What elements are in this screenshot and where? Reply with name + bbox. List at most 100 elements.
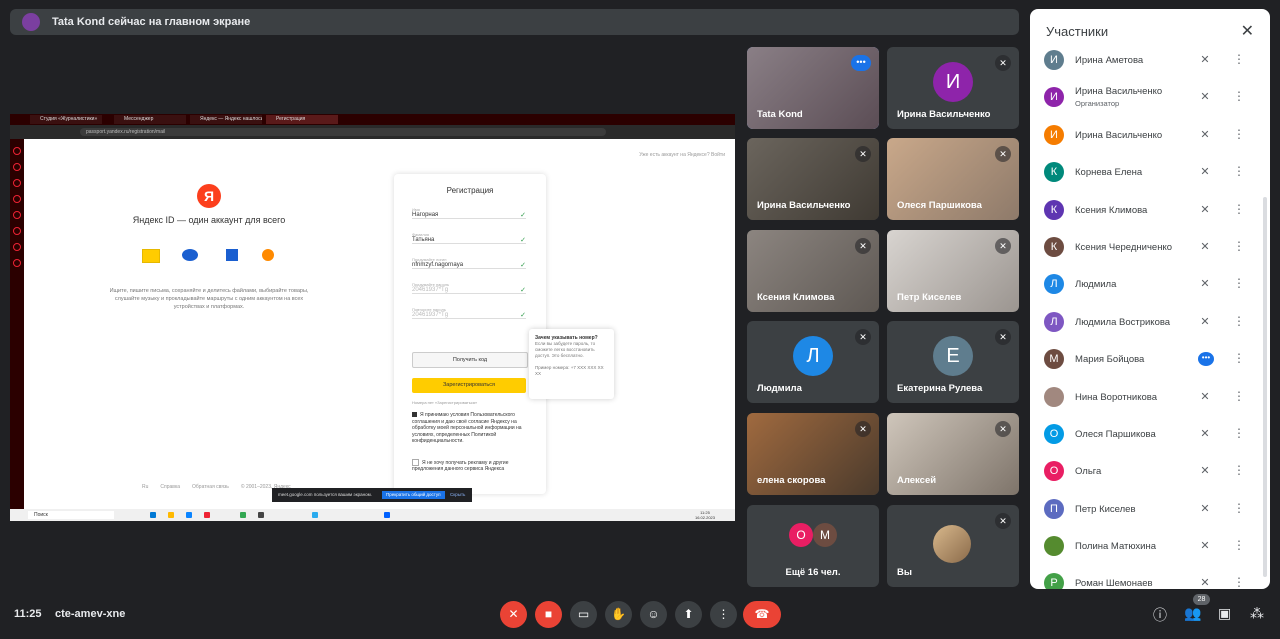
more-options-icon[interactable]: ⋮ xyxy=(1233,314,1245,328)
more-options-icon[interactable]: ⋮ xyxy=(1233,89,1245,103)
list-item[interactable]: И Ирина Васильченко ✕ ⋮ xyxy=(1030,117,1270,154)
mic-off-icon: ✕ xyxy=(1200,54,1210,66)
list-item[interactable]: К Корнева Елена ✕ ⋮ xyxy=(1030,154,1270,191)
participant-name: Олеся Паршикова xyxy=(897,200,982,211)
participant-name: Людмила xyxy=(757,383,802,394)
participant-tile[interactable]: Л ✕ Людмила xyxy=(747,321,879,403)
camera-toggle-button[interactable]: ■ xyxy=(535,601,562,628)
list-item[interactable]: О Олеся Паршикова ✕ ⋮ xyxy=(1030,416,1270,453)
activities-button[interactable]: ⁂ xyxy=(1250,605,1264,622)
hand-icon: ✋ xyxy=(611,607,626,621)
present-button[interactable]: ⬆ xyxy=(675,601,702,628)
info-button[interactable]: ⓘ xyxy=(1153,605,1167,625)
password-field: Придумайте пароль 20461937*Tg ✓ xyxy=(412,282,526,294)
participant-tile[interactable]: ✕ Алексей xyxy=(887,413,1019,495)
list-item[interactable]: Нина Воротникова ✕ ⋮ xyxy=(1030,379,1270,416)
list-item[interactable]: Л Людмила Вострикова ✕ ⋮ xyxy=(1030,304,1270,341)
raise-hand-button[interactable]: ✋ xyxy=(605,601,632,628)
list-item[interactable]: И Ирина Васильченко Организатор ✕ ⋮ xyxy=(1030,79,1270,116)
participant-avatar: Е xyxy=(933,336,973,376)
list-item[interactable]: Полина Матюхина ✕ ⋮ xyxy=(1030,528,1270,565)
speaking-indicator-icon: ••• xyxy=(1198,352,1214,367)
list-item[interactable]: И Ирина Аметова ✕ ⋮ xyxy=(1030,42,1270,79)
list-item[interactable]: О Ольга ✕ ⋮ xyxy=(1030,453,1270,490)
list-item[interactable]: П Петр Киселев ✕ ⋮ xyxy=(1030,491,1270,528)
more-options-icon[interactable]: ⋮ xyxy=(1233,351,1245,365)
list-item[interactable]: Л Людмила ✕ ⋮ xyxy=(1030,266,1270,303)
participant-avatar: О xyxy=(789,523,813,547)
mic-off-icon: ✕ xyxy=(855,421,871,437)
more-options-icon[interactable]: ⋮ xyxy=(1233,538,1245,552)
participant-tile[interactable]: Е ✕ Екатерина Рулева xyxy=(887,321,1019,403)
emoji-icon: ☺ xyxy=(647,607,660,621)
mic-off-icon: ✕ xyxy=(508,607,519,621)
more-options-icon[interactable]: ⋮ xyxy=(1233,127,1245,141)
participants-panel: Участники ✕ И Ирина Аметова ✕ ⋮ И Ирина Васи… xyxy=(1030,9,1270,589)
mic-toggle-button[interactable]: ✕ xyxy=(500,601,527,628)
list-item[interactable]: Р Роман Шемонаев ✕ ⋮ xyxy=(1030,565,1270,589)
participant-tile[interactable]: ✕ Ксения Климова xyxy=(747,230,879,312)
more-options-icon[interactable]: ⋮ xyxy=(1233,426,1245,440)
disk-icon xyxy=(182,249,198,261)
mic-off-icon: ✕ xyxy=(995,329,1011,345)
leave-call-button[interactable]: ☎ xyxy=(743,601,781,628)
more-options-icon[interactable]: ⋮ xyxy=(1233,52,1245,66)
mic-off-icon: ✕ xyxy=(995,146,1011,162)
browser-tab-strip: Студия «Журналистики» Мессенджер Яндекс … xyxy=(10,114,735,125)
participant-tile[interactable]: ✕ Петр Киселев xyxy=(887,230,1019,312)
mic-off-icon: ✕ xyxy=(1200,166,1210,179)
reactions-button[interactable]: ☺ xyxy=(640,601,667,628)
participant-name: елена скорова xyxy=(757,475,826,486)
participant-tile[interactable]: ••• Tata Kond xyxy=(747,47,879,129)
close-icon[interactable]: ✕ xyxy=(1241,21,1254,41)
yandex-page: Уже есть аккаунт на Яндексе? Войти Я Янд… xyxy=(24,139,735,509)
hide-bar-link: Скрыть xyxy=(450,492,466,497)
participant-list: И Ирина Аметова ✕ ⋮ И Ирина Васильченко Орган… xyxy=(1030,42,1270,589)
mic-off-icon: ✕ xyxy=(1200,390,1210,403)
taskbar-app-icon xyxy=(312,512,318,518)
participant-tile[interactable]: И ✕ Ирина Васильченко xyxy=(887,47,1019,129)
participant-tile[interactable]: ✕ Ирина Васильченко xyxy=(747,138,879,220)
more-options-icon[interactable]: ⋮ xyxy=(1233,501,1245,515)
participant-avatar: Л xyxy=(793,336,833,376)
mic-off-icon: ✕ xyxy=(1200,240,1210,253)
more-options-icon[interactable]: ⋮ xyxy=(1233,276,1245,290)
list-item[interactable]: К Ксения Климова ✕ ⋮ xyxy=(1030,192,1270,229)
mic-off-icon: ✕ xyxy=(855,329,871,345)
more-participants-tile[interactable]: О М Ещё 16 чел. xyxy=(747,505,879,587)
self-tile[interactable]: ✕ Вы xyxy=(887,505,1019,587)
more-options-icon[interactable]: ⋮ xyxy=(1233,575,1245,589)
more-options-button[interactable]: ⋮ xyxy=(710,601,737,628)
login-field: Придумайте логин nfnmzyf.nagornaya ✓ xyxy=(412,257,526,269)
presenting-text: Tata Kond сейчас на главном экране xyxy=(52,16,251,28)
participant-role: Организатор xyxy=(1075,99,1120,109)
more-options-icon[interactable]: ⋮ xyxy=(1233,202,1245,216)
chat-button[interactable]: ▣ xyxy=(1218,605,1231,622)
more-options-icon[interactable]: ⋮ xyxy=(1233,389,1245,403)
avatar: И xyxy=(1044,124,1064,145)
captions-button[interactable]: ▭ xyxy=(570,601,597,628)
mic-off-icon: ✕ xyxy=(995,513,1011,529)
participant-tile[interactable]: ✕ елена скорова xyxy=(747,413,879,495)
password-repeat-field: Повторите пароль 20461937*Tg ✓ xyxy=(412,307,526,319)
participant-name: Полина Матюхина xyxy=(1075,541,1156,553)
avatar: К xyxy=(1044,199,1064,220)
more-options-icon[interactable]: ⋮ xyxy=(1233,463,1245,477)
participant-name: Олеся Паршикова xyxy=(1075,428,1156,440)
mic-off-icon: ✕ xyxy=(855,146,871,162)
yandex-id-title: Яндекс ID — один аккаунт для всего xyxy=(132,215,286,225)
list-item[interactable]: М Мария Бойцова ••• ⋮ xyxy=(1030,341,1270,378)
get-code-button: Получить код xyxy=(412,352,528,368)
panel-scrollbar[interactable] xyxy=(1263,197,1267,577)
more-options-icon[interactable]: ⋮ xyxy=(1233,239,1245,253)
list-item[interactable]: К Ксения Чередниченко ✕ ⋮ xyxy=(1030,229,1270,266)
register-button: Зарегистрироваться xyxy=(412,378,526,393)
people-button[interactable]: 👥 xyxy=(1184,605,1201,622)
music-icon xyxy=(262,249,274,261)
browser-sidebar xyxy=(10,139,24,509)
terms-checkbox: Я принимаю условия Пользовательского сог… xyxy=(412,412,522,444)
participant-tile[interactable]: ✕ Олеся Паршикова xyxy=(887,138,1019,220)
meeting-code: cte-amev-xne xyxy=(55,608,126,620)
more-options-icon[interactable]: ⋮ xyxy=(1233,164,1245,178)
avatar: О xyxy=(1044,461,1064,482)
